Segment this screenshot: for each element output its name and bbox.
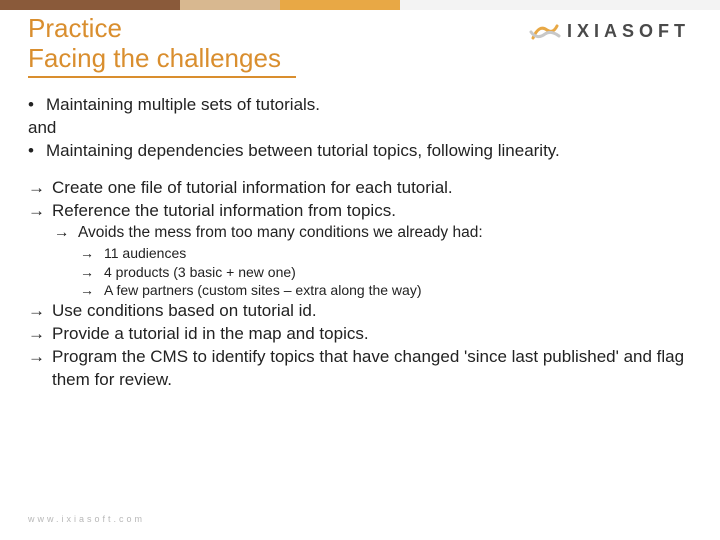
- arrow-text: Program the CMS to identify topics that …: [52, 346, 692, 392]
- arrow-subsubitem: → 11 audiences: [28, 244, 692, 263]
- bullet-item: • Maintaining multiple sets of tutorials…: [28, 94, 692, 117]
- arrow-icon: →: [80, 244, 104, 263]
- arrow-icon: →: [54, 223, 78, 244]
- arrow-icon: →: [80, 281, 104, 300]
- arrow-text: Avoids the mess from too many conditions…: [78, 223, 483, 244]
- bullet-text: Maintaining multiple sets of tutorials.: [46, 94, 320, 117]
- arrow-icon: →: [28, 177, 52, 200]
- logo-mark-icon: [529, 18, 561, 44]
- arrow-icon: →: [28, 300, 52, 323]
- arrow-icon: →: [28, 323, 52, 346]
- footer-url: www.ixiasoft.com: [28, 514, 145, 524]
- bar-segment-grey: [400, 0, 720, 10]
- slide-body: • Maintaining multiple sets of tutorials…: [28, 94, 692, 392]
- bullet-item: • Maintaining dependencies between tutor…: [28, 140, 692, 163]
- arrow-icon: →: [80, 263, 104, 282]
- bullet-icon: •: [28, 94, 46, 117]
- arrow-subsubitem: → 4 products (3 basic + new one): [28, 263, 692, 282]
- bar-segment-brown: [0, 0, 180, 10]
- bar-segment-tan: [180, 0, 280, 10]
- arrow-subitem: → Avoids the mess from too many conditio…: [28, 223, 692, 244]
- arrow-item: → Use conditions based on tutorial id.: [28, 300, 692, 323]
- bullet-icon: •: [28, 140, 46, 163]
- arrow-text: Provide a tutorial id in the map and top…: [52, 323, 369, 346]
- top-color-bar: [0, 0, 720, 10]
- connector-and: and: [28, 117, 692, 140]
- arrow-item: → Create one file of tutorial informatio…: [28, 177, 692, 200]
- arrow-text: 4 products (3 basic + new one): [104, 263, 296, 282]
- logo-text: IXIASOFT: [567, 21, 690, 42]
- arrow-icon: →: [28, 200, 52, 223]
- arrow-text: A few partners (custom sites – extra alo…: [104, 281, 421, 300]
- bar-segment-orange: [280, 0, 400, 10]
- title-underline: [28, 76, 296, 78]
- arrow-item: → Provide a tutorial id in the map and t…: [28, 323, 692, 346]
- ixiasoft-logo: IXIASOFT: [529, 18, 690, 44]
- arrow-subsubitem: → A few partners (custom sites – extra a…: [28, 281, 692, 300]
- bullet-text: Maintaining dependencies between tutoria…: [46, 140, 560, 163]
- arrow-text: Reference the tutorial information from …: [52, 200, 396, 223]
- arrow-item: → Program the CMS to identify topics tha…: [28, 346, 692, 392]
- arrow-text: Use conditions based on tutorial id.: [52, 300, 317, 323]
- arrow-icon: →: [28, 346, 52, 392]
- arrow-text: Create one file of tutorial information …: [52, 177, 453, 200]
- arrow-item: → Reference the tutorial information fro…: [28, 200, 692, 223]
- title-line-2: Facing the challenges: [28, 44, 692, 74]
- arrow-text: 11 audiences: [104, 244, 186, 263]
